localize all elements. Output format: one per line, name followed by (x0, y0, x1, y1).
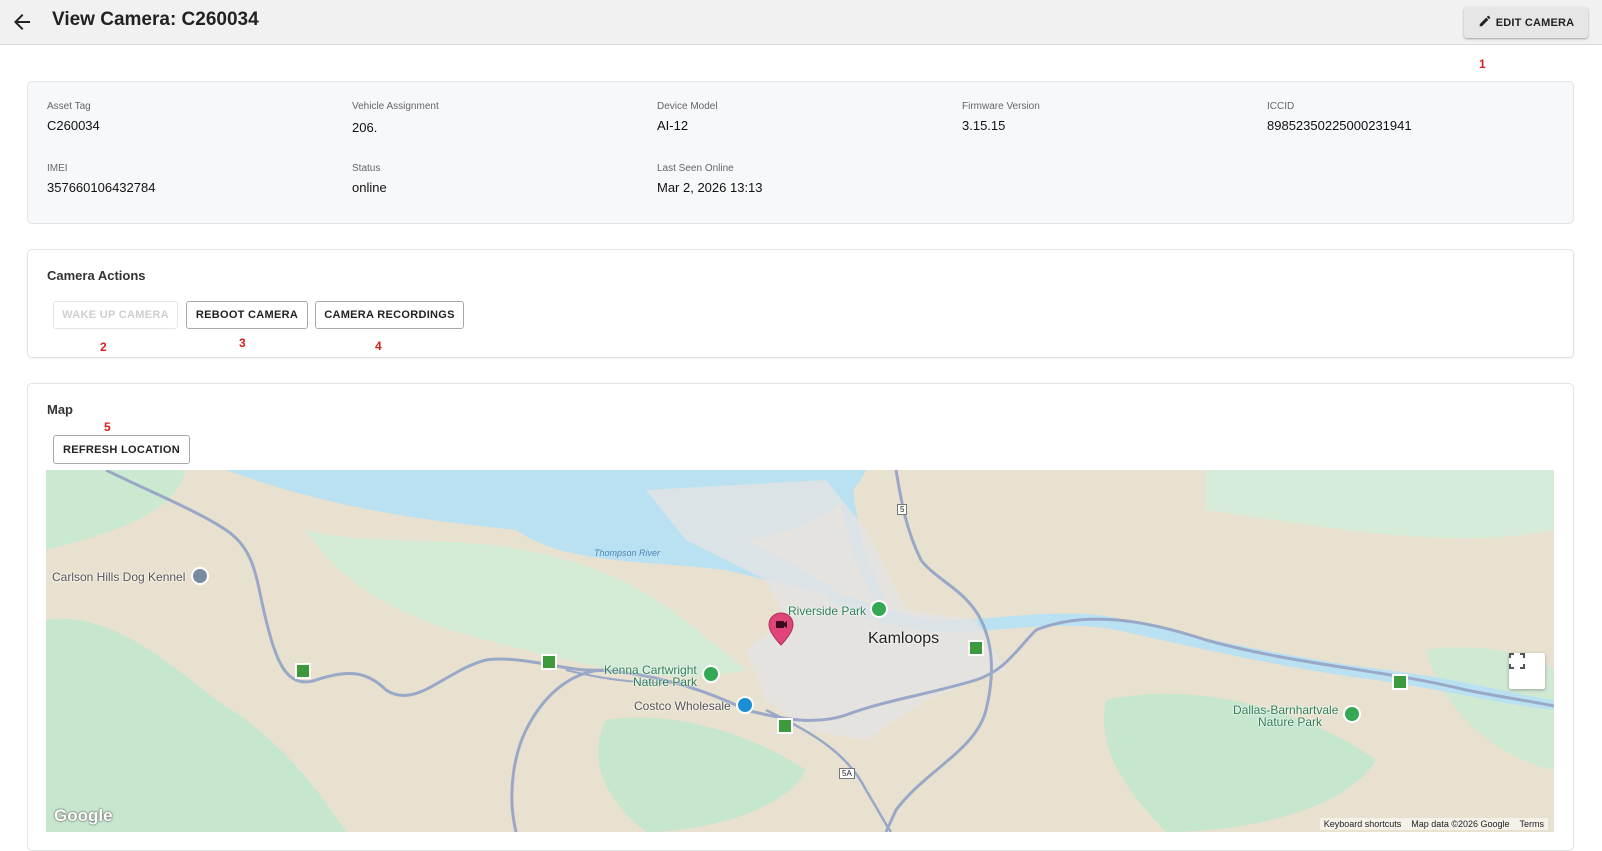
wake-up-camera-button[interactable]: WAKE UP CAMERA (53, 301, 178, 329)
place-pin-icon[interactable] (191, 567, 209, 585)
keyboard-shortcuts-link[interactable]: Keyboard shortcuts (1324, 819, 1402, 829)
highway-shield-icon (968, 640, 984, 656)
imei-field: IMEI 357660106432784 (47, 163, 155, 195)
iccid-label: ICCID (1267, 101, 1295, 112)
highway-shield-icon (777, 718, 793, 734)
annotation-4: 4 (375, 339, 382, 353)
highway-shield-icon (541, 654, 557, 670)
park-pin-icon[interactable] (1343, 705, 1361, 723)
last-seen-value: Mar 2, 2026 13:13 (657, 180, 763, 195)
device-model-value: AI-12 (657, 118, 689, 133)
iccid-field: ICCID 89852350225000231941 (1267, 101, 1412, 133)
status-label: Status (352, 163, 381, 174)
map-footer: Keyboard shortcuts Map data ©2026 Google… (1319, 818, 1548, 830)
camera-actions-title: Camera Actions (47, 268, 146, 283)
map-title: Map (47, 402, 73, 417)
map-view[interactable]: Carlson Hills Dog Kennel Thompson River … (46, 470, 1554, 832)
device-model-label: Device Model (657, 101, 718, 112)
imei-value: 357660106432784 (47, 180, 156, 195)
park-pin-icon[interactable] (870, 600, 888, 618)
map-label-kamloops: Kamloops (868, 630, 940, 647)
annotation-3: 3 (239, 336, 246, 350)
camera-details-card: Asset Tag C260034 Vehicle Assignment 206… (27, 81, 1574, 224)
last-seen-label: Last Seen Online (657, 163, 734, 174)
vehicle-assignment-value: 206. (352, 120, 378, 135)
google-logo: Google (54, 806, 113, 825)
map-label-dallas-2: Nature Park (1258, 715, 1323, 729)
annotation-5: 5 (104, 420, 111, 434)
vehicle-assignment-label: Vehicle Assignment (352, 101, 439, 112)
map-terrain (46, 470, 1554, 832)
asset-tag-value: C260034 (47, 118, 100, 133)
camera-actions-card: Camera Actions WAKE UP CAMERA REBOOT CAM… (27, 249, 1574, 358)
pencil-icon (1478, 14, 1492, 31)
iccid-value: 89852350225000231941 (1267, 118, 1412, 133)
map-label-costco: Costco Wholesale (634, 699, 731, 713)
top-bar: View Camera: C260034 EDIT CAMERA (0, 0, 1602, 45)
highway-5-shield: 5 (897, 504, 908, 515)
camera-recordings-button[interactable]: CAMERA RECORDINGS (315, 301, 464, 329)
map-label-carlson: Carlson Hills Dog Kennel (52, 570, 186, 584)
fullscreen-button[interactable] (1509, 653, 1545, 689)
asset-tag-label: Asset Tag (47, 101, 91, 112)
firmware-version-label: Firmware Version (962, 101, 1040, 112)
map-label-kenna-2: Nature Park (633, 675, 698, 689)
highway-shield-icon (1392, 674, 1408, 690)
last-seen-field: Last Seen Online Mar 2, 2026 13:13 (657, 163, 763, 195)
highway-shield-icon (295, 663, 311, 679)
reboot-camera-button[interactable]: REBOOT CAMERA (186, 301, 308, 329)
status-value: online (352, 180, 387, 195)
imei-label: IMEI (47, 163, 68, 174)
edit-camera-label: EDIT CAMERA (1495, 16, 1575, 29)
firmware-version-value: 3.15.15 (962, 118, 1006, 133)
asset-tag-field: Asset Tag C260034 (47, 101, 100, 133)
park-pin-icon[interactable] (702, 665, 720, 683)
terms-link[interactable]: Terms (1520, 819, 1545, 829)
highway-5a-shield: 5A (839, 768, 855, 779)
edit-camera-button[interactable]: EDIT CAMERA (1464, 7, 1588, 38)
map-label-thompson-river: Thompson River (594, 548, 661, 558)
back-arrow-icon[interactable] (10, 10, 34, 34)
map-label-riverside-park: Riverside Park (788, 604, 867, 618)
annotation-1: 1 (1479, 57, 1486, 71)
vehicle-assignment-field: Vehicle Assignment 206. (352, 101, 439, 135)
page-title: View Camera: C260034 (52, 9, 259, 30)
device-model-field: Device Model AI-12 (657, 101, 718, 133)
refresh-location-button[interactable]: REFRESH LOCATION (53, 435, 190, 464)
map-data-text: Map data ©2026 Google (1411, 819, 1510, 829)
shopping-pin-icon[interactable] (736, 696, 754, 714)
annotation-2: 2 (100, 340, 107, 354)
status-field: Status online (352, 163, 387, 195)
firmware-version-field: Firmware Version 3.15.15 (962, 101, 1040, 133)
